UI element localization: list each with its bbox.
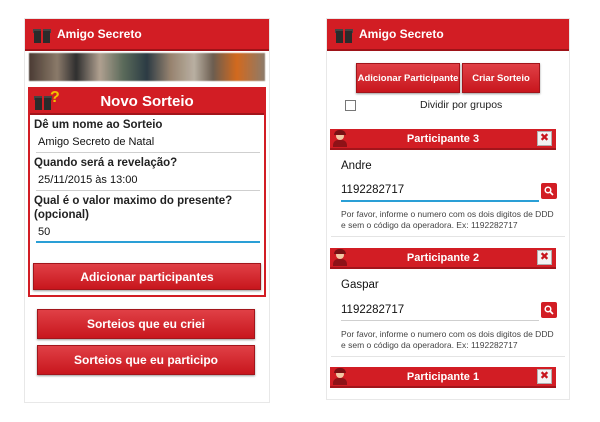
my-draws-button[interactable]: Sorteios que eu criei [37,309,255,339]
action-bar: Amigo Secreto [327,19,569,51]
participant-name-field[interactable]: Gaspar [341,279,541,291]
group-checkbox[interactable] [345,99,356,111]
form-header: ? Novo Sorteio [30,89,264,115]
add-participants-button[interactable]: Adicionar participantes [33,263,261,290]
section-divider [331,356,565,357]
close-icon[interactable]: ✖ [537,369,552,384]
participant-title: Participante 2 [406,251,480,264]
gift-icon [335,25,353,43]
app-title: Amigo Secreto [359,27,444,41]
group-option-row[interactable]: Dividir por grupos [327,96,569,114]
max-value-label: Qual é o valor maximo do presente? (opci… [34,195,233,221]
draw-name-label: Dê um nome ao Sorteio [34,119,163,131]
new-draw-form: ? Novo Sorteio Dê um nome ao Sorteio Ami… [28,87,266,297]
section-divider [331,236,565,237]
phone-hint: Por favor, informe o numero com os dois … [341,209,554,230]
close-icon[interactable]: ✖ [537,250,552,265]
participant-header: Participante 3 ✖ [330,129,556,150]
phone-hint: Por favor, informe o numero com os dois … [341,329,554,350]
form-title: Novo Sorteio [100,92,194,110]
participant-title: Participante 1 [406,370,480,383]
ad-banner[interactable] [29,53,265,81]
question-mark-icon: ? [50,89,60,106]
participant-phone-field[interactable]: 1192282717 [341,184,539,202]
add-participant-tab[interactable]: Adicionar Participante [356,63,460,93]
reveal-date-input[interactable]: 25/11/2015 às 13:00 [36,172,260,191]
group-label: Dividir por grupos [420,99,503,111]
create-draw-tab[interactable]: Criar Sorteio [462,63,540,93]
participant-title: Participante 3 [406,132,480,145]
avatar-icon [332,130,348,147]
close-icon[interactable]: ✖ [537,131,552,146]
participant-phone-field[interactable]: 1192282717 [341,304,539,321]
avatar-icon [332,368,348,385]
reveal-date-label: Quando será a revelação? [34,157,178,169]
gift-icon [33,25,51,43]
search-icon[interactable] [541,183,557,199]
draw-name-input[interactable]: Amigo Secreto de Natal [36,134,260,153]
action-tabs: Adicionar Participante Criar Sorteio [327,63,569,93]
app-title: Amigo Secreto [57,27,142,41]
avatar-icon [332,249,348,266]
participant-name-field[interactable]: Andre [341,160,541,172]
participant-header: Participante 2 ✖ [330,248,556,269]
max-value-input[interactable]: 50 [36,224,260,243]
right-screen: Amigo Secreto Adicionar Participante Cri… [326,18,570,400]
participant-header: Participante 1 ✖ [330,367,556,388]
search-icon[interactable] [541,302,557,318]
action-bar: Amigo Secreto [25,19,269,51]
left-screen: Amigo Secreto ? Novo Sorteio Dê um nome … [24,18,270,403]
joined-draws-button[interactable]: Sorteios que eu participo [37,345,255,375]
